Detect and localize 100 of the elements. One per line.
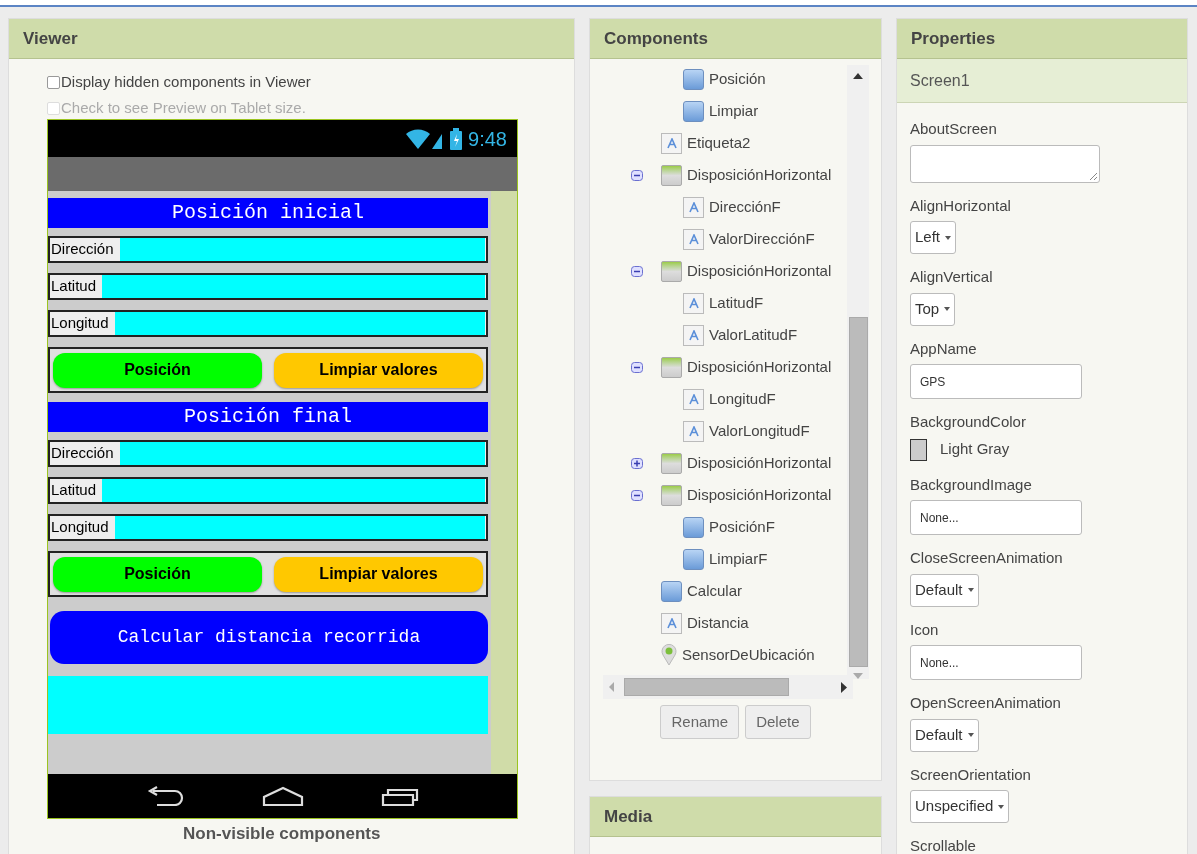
button-component-icon <box>683 548 704 570</box>
collapse-icon[interactable] <box>631 361 643 373</box>
property-label: AlignVertical <box>910 267 994 287</box>
tree-item[interactable]: LatitudF <box>709 291 764 315</box>
tree-item[interactable]: LongitudF <box>709 387 776 411</box>
tree-item[interactable]: DisposiciónHorizontal <box>687 483 832 507</box>
checkbox[interactable] <box>47 75 60 89</box>
property-dropdown[interactable]: Default <box>910 573 979 607</box>
tree-item[interactable]: PosiciónF <box>709 515 775 539</box>
status-time: 9:48 <box>468 126 507 152</box>
property-dropdown[interactable]: Top <box>910 292 956 326</box>
scroll-right-icon[interactable] <box>841 681 847 693</box>
property-label: CloseScreenAnimation <box>910 548 1064 568</box>
tree-item[interactable]: DisposiciónHorizontal <box>687 259 832 283</box>
collapse-icon[interactable] <box>631 489 643 501</box>
property-label: AppName <box>910 338 978 359</box>
property-label: BackgroundImage <box>910 474 1033 495</box>
section-title: Non-visible components <box>183 824 382 843</box>
field-label: Dirección <box>50 443 115 464</box>
label-component-icon <box>661 132 682 154</box>
checkbox-label: Display hidden components in Viewer <box>61 71 311 92</box>
label-component-icon <box>683 196 704 218</box>
color-value: Light Gray <box>940 439 1010 460</box>
property-dropdown[interactable]: Left <box>910 221 957 254</box>
field-label: Longitud <box>50 313 110 334</box>
tree-action-button[interactable]: Rename <box>660 705 740 739</box>
tree-item[interactable]: ValorLatitudF <box>709 323 798 347</box>
field-label: Latitud <box>50 276 98 297</box>
label-component-icon <box>683 420 704 442</box>
field-label: Longitud <box>50 517 110 538</box>
tree-item[interactable]: Posición <box>709 67 766 91</box>
tree-item[interactable]: Calcular <box>687 579 743 603</box>
home-icon[interactable] <box>261 786 304 806</box>
tree-item[interactable]: Distancia <box>687 611 749 635</box>
horizontal-scrollbar[interactable] <box>603 675 853 699</box>
tree-item[interactable]: ValorDirecciónF <box>709 227 815 251</box>
app-button[interactable]: Posición <box>53 352 262 388</box>
battery-icon <box>450 127 463 150</box>
color-swatch[interactable] <box>910 438 927 461</box>
tree-item[interactable]: Limpiar <box>709 99 759 123</box>
property-label: ScreenOrientation <box>910 764 1032 785</box>
property-dropdown[interactable]: Default <box>910 718 979 752</box>
layout-component-icon <box>661 260 682 282</box>
property-input[interactable]: None... <box>910 645 1082 680</box>
tree-item[interactable]: DisposiciónHorizontal <box>687 355 832 379</box>
button-component-icon <box>683 516 704 538</box>
label-component-icon <box>683 324 704 346</box>
back-icon[interactable] <box>146 786 185 806</box>
checkbox-label: Check to see Preview on Tablet size. <box>61 97 306 118</box>
tree-item[interactable]: DisposiciónHorizontal <box>687 451 832 475</box>
scroll-up-icon[interactable] <box>853 73 863 79</box>
tree-item[interactable]: LimpiarF <box>709 547 768 571</box>
property-label: AlignHorizontal <box>910 195 1012 216</box>
tree-item[interactable]: SensorDeUbicación <box>682 643 815 667</box>
tree-item[interactable]: ValorLongitudF <box>709 419 810 443</box>
scrollbar-thumb[interactable] <box>624 678 789 696</box>
expand-icon[interactable] <box>631 457 643 469</box>
panel-header: Properties <box>897 19 1187 59</box>
property-label: AboutScreen <box>910 119 998 139</box>
property-label: Icon <box>910 619 940 640</box>
panel-header: Components <box>590 19 881 59</box>
caret-icon <box>967 588 974 592</box>
collapse-icon[interactable] <box>631 265 643 277</box>
app-button[interactable]: Limpiar valores <box>274 556 483 592</box>
recent-apps-icon[interactable] <box>380 786 419 806</box>
layout-component-icon <box>661 356 682 378</box>
collapse-icon[interactable] <box>631 169 643 181</box>
tree-item[interactable]: DirecciónF <box>709 195 781 219</box>
field-label: Latitud <box>50 480 98 501</box>
panel-header: Viewer <box>9 19 574 59</box>
scrollbar-thumb[interactable] <box>848 316 868 668</box>
label-component-icon <box>683 388 704 410</box>
label-component-icon <box>683 292 704 314</box>
vertical-scrollbar[interactable] <box>847 65 869 679</box>
layout-component-icon <box>661 452 682 474</box>
property-label: OpenScreenAnimation <box>910 693 1062 713</box>
property-input[interactable]: GPS <box>910 364 1082 399</box>
property-dropdown[interactable]: Unspecified <box>910 790 1010 823</box>
label-component-icon <box>683 228 704 250</box>
tree-item[interactable]: Etiqueta2 <box>687 131 751 155</box>
app-button[interactable]: Posición <box>53 556 262 592</box>
layout-component-icon <box>661 484 682 506</box>
caret-icon <box>944 307 951 311</box>
section-heading: Posición final <box>48 402 488 432</box>
button-component-icon <box>661 580 682 602</box>
field-label: Dirección <box>50 239 115 260</box>
property-input[interactable]: None... <box>910 500 1082 535</box>
resize-grip-icon[interactable] <box>1089 171 1097 180</box>
wifi-signal-icon <box>404 127 445 150</box>
tree-action-button[interactable]: Delete <box>745 705 811 739</box>
label-component-icon <box>661 612 682 634</box>
layout-component-icon <box>661 164 682 186</box>
caret-icon <box>998 804 1005 809</box>
tree-item[interactable]: DisposiciónHorizontal <box>687 163 832 187</box>
property-label: BackgroundColor <box>910 412 1027 432</box>
app-button[interactable]: Limpiar valores <box>274 352 483 388</box>
property-label: Scrollable <box>910 836 977 854</box>
calculate-button[interactable]: Calcular distancia recorrida <box>50 611 488 664</box>
button-component-icon <box>683 100 704 122</box>
panel-header: Media <box>590 797 881 837</box>
